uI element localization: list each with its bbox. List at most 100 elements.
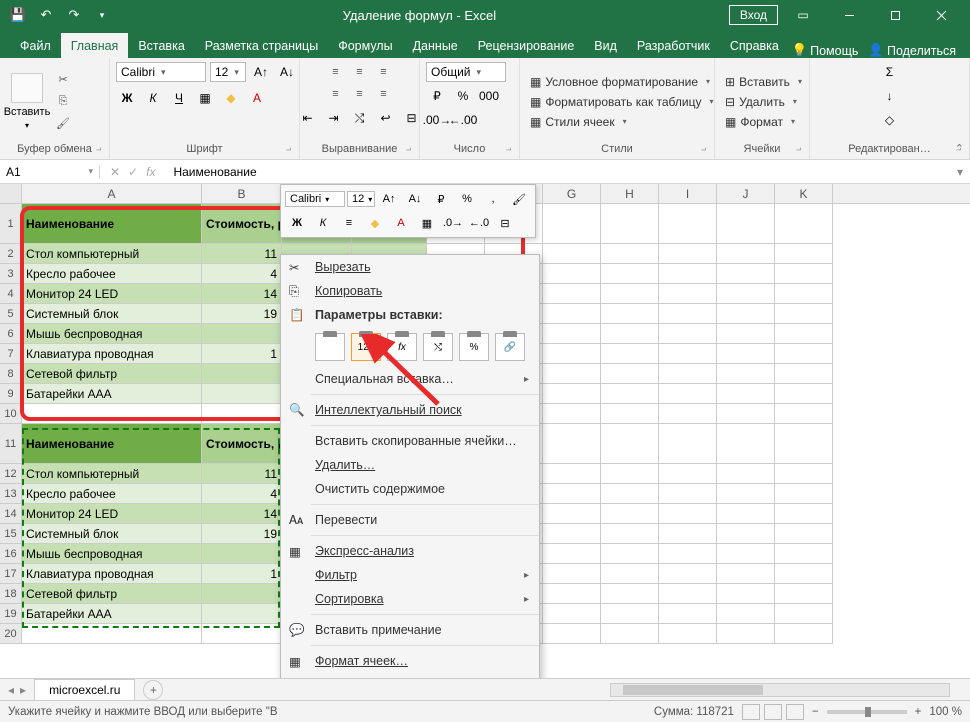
cell[interactable] bbox=[717, 204, 775, 244]
cell[interactable] bbox=[717, 544, 775, 564]
cell[interactable] bbox=[775, 404, 833, 424]
cell[interactable] bbox=[601, 504, 659, 524]
row-header[interactable]: 5 bbox=[0, 304, 22, 324]
row-header[interactable]: 4 bbox=[0, 284, 22, 304]
zoom-out-button[interactable]: − bbox=[812, 706, 819, 718]
decrease-indent-icon[interactable]: ⇤ bbox=[297, 108, 319, 128]
mini-increase-font-icon[interactable]: A↑ bbox=[377, 189, 401, 209]
cm-format-cells[interactable]: ▦Формат ячеек… bbox=[281, 649, 539, 673]
cell[interactable]: 1 bbox=[202, 564, 282, 584]
cell[interactable]: Кресло рабочее bbox=[22, 484, 202, 504]
cell[interactable] bbox=[601, 484, 659, 504]
mini-dec-decimal-icon[interactable]: ←.0 bbox=[467, 213, 491, 233]
cell[interactable] bbox=[659, 424, 717, 464]
cell[interactable] bbox=[601, 524, 659, 544]
cell[interactable] bbox=[775, 204, 833, 244]
cell[interactable] bbox=[202, 384, 282, 404]
cell[interactable] bbox=[601, 424, 659, 464]
name-box[interactable]: A1 bbox=[0, 165, 100, 179]
mini-percent-icon[interactable]: % bbox=[455, 189, 479, 209]
cell[interactable] bbox=[659, 504, 717, 524]
cell[interactable] bbox=[717, 324, 775, 344]
paste-formulas-icon[interactable]: fx bbox=[387, 333, 417, 361]
cancel-formula-icon[interactable]: ✕ bbox=[110, 165, 120, 179]
cell[interactable] bbox=[659, 484, 717, 504]
cell[interactable]: Батарейки AAA bbox=[22, 384, 202, 404]
cm-filter[interactable]: Фильтр bbox=[281, 563, 539, 587]
cell[interactable] bbox=[659, 284, 717, 304]
cell[interactable] bbox=[659, 584, 717, 604]
autosum-icon[interactable]: Σ bbox=[879, 62, 901, 82]
cell[interactable]: 11 bbox=[202, 244, 282, 264]
paste-values-icon[interactable]: 123 bbox=[351, 333, 381, 361]
cell[interactable]: Мышь беспроводная bbox=[22, 544, 202, 564]
column-header[interactable]: J bbox=[717, 184, 775, 203]
mini-currency-icon[interactable]: ₽ bbox=[429, 189, 453, 209]
add-sheet-button[interactable]: + bbox=[143, 680, 163, 700]
align-center-icon[interactable]: ≡ bbox=[349, 84, 371, 104]
cell[interactable] bbox=[601, 384, 659, 404]
cm-cut[interactable]: ✂Вырезать bbox=[281, 255, 539, 279]
row-header[interactable]: 13 bbox=[0, 484, 22, 504]
login-button[interactable]: Вход bbox=[729, 5, 778, 25]
cell[interactable]: Мышь беспроводная bbox=[22, 324, 202, 344]
minimize-button[interactable] bbox=[828, 0, 870, 30]
cell[interactable] bbox=[543, 404, 601, 424]
worksheet-grid[interactable]: A B C D E F G H I J K 1НаименованиеСтоим… bbox=[0, 184, 970, 678]
tab-view[interactable]: Вид bbox=[584, 33, 627, 58]
cell[interactable] bbox=[775, 504, 833, 524]
cell[interactable]: Наименование bbox=[22, 424, 202, 464]
cell[interactable] bbox=[543, 324, 601, 344]
cell[interactable] bbox=[659, 404, 717, 424]
tab-file[interactable]: Файл bbox=[10, 33, 61, 58]
cell[interactable] bbox=[601, 544, 659, 564]
share-button[interactable]: 👤Поделиться bbox=[868, 43, 956, 58]
conditional-formatting-button[interactable]: ▦Условное форматирование bbox=[526, 73, 718, 91]
copy-icon[interactable]: ⎘ bbox=[52, 93, 74, 111]
align-left-icon[interactable]: ≡ bbox=[325, 84, 347, 104]
cell[interactable] bbox=[717, 304, 775, 324]
cell[interactable] bbox=[775, 324, 833, 344]
cm-special-paste[interactable]: Специальная вставка… bbox=[281, 367, 539, 391]
column-header[interactable]: K bbox=[775, 184, 833, 203]
cm-delete[interactable]: Удалить… bbox=[281, 453, 539, 477]
cell[interactable]: Стоимость, руб. bbox=[202, 424, 282, 464]
mini-font-color-icon[interactable]: A bbox=[389, 213, 413, 233]
cell[interactable] bbox=[543, 464, 601, 484]
row-header[interactable]: 6 bbox=[0, 324, 22, 344]
align-top-icon[interactable]: ≡ bbox=[325, 62, 347, 82]
cell[interactable] bbox=[601, 464, 659, 484]
cm-quick-analysis[interactable]: ▦Экспресс-анализ bbox=[281, 539, 539, 563]
cm-clear[interactable]: Очистить содержимое bbox=[281, 477, 539, 501]
cell[interactable] bbox=[601, 604, 659, 624]
mini-font-select[interactable]: Calibri bbox=[285, 191, 345, 207]
cell[interactable] bbox=[543, 484, 601, 504]
align-right-icon[interactable]: ≡ bbox=[373, 84, 395, 104]
cell[interactable]: Клавиатура проводная bbox=[22, 344, 202, 364]
cell[interactable] bbox=[659, 264, 717, 284]
cell[interactable] bbox=[543, 524, 601, 544]
row-header[interactable]: 16 bbox=[0, 544, 22, 564]
cell[interactable]: Монитор 24 LED bbox=[22, 504, 202, 524]
cell[interactable] bbox=[717, 604, 775, 624]
cell[interactable] bbox=[775, 624, 833, 644]
format-cells-button[interactable]: ▦Формат bbox=[721, 113, 806, 131]
tab-insert[interactable]: Вставка bbox=[128, 33, 194, 58]
cell[interactable] bbox=[543, 204, 601, 244]
cell[interactable] bbox=[717, 584, 775, 604]
cell[interactable] bbox=[601, 404, 659, 424]
increase-font-icon[interactable]: A↑ bbox=[250, 62, 272, 82]
cell[interactable]: 4 bbox=[202, 484, 282, 504]
cell[interactable]: Монитор 24 LED bbox=[22, 284, 202, 304]
mini-comma-icon[interactable]: , bbox=[481, 189, 505, 209]
cell[interactable] bbox=[775, 544, 833, 564]
font-color-button[interactable]: A bbox=[246, 88, 268, 108]
font-name-select[interactable]: Calibri bbox=[116, 62, 206, 82]
column-header[interactable]: G bbox=[543, 184, 601, 203]
cell[interactable] bbox=[717, 564, 775, 584]
cell[interactable] bbox=[659, 324, 717, 344]
cell[interactable] bbox=[659, 464, 717, 484]
cm-insert-copied[interactable]: Вставить скопированные ячейки… bbox=[281, 429, 539, 453]
cell[interactable]: Стоимость, руб. bbox=[202, 204, 282, 244]
cell-styles-button[interactable]: ▦Стили ячеек bbox=[526, 113, 718, 131]
